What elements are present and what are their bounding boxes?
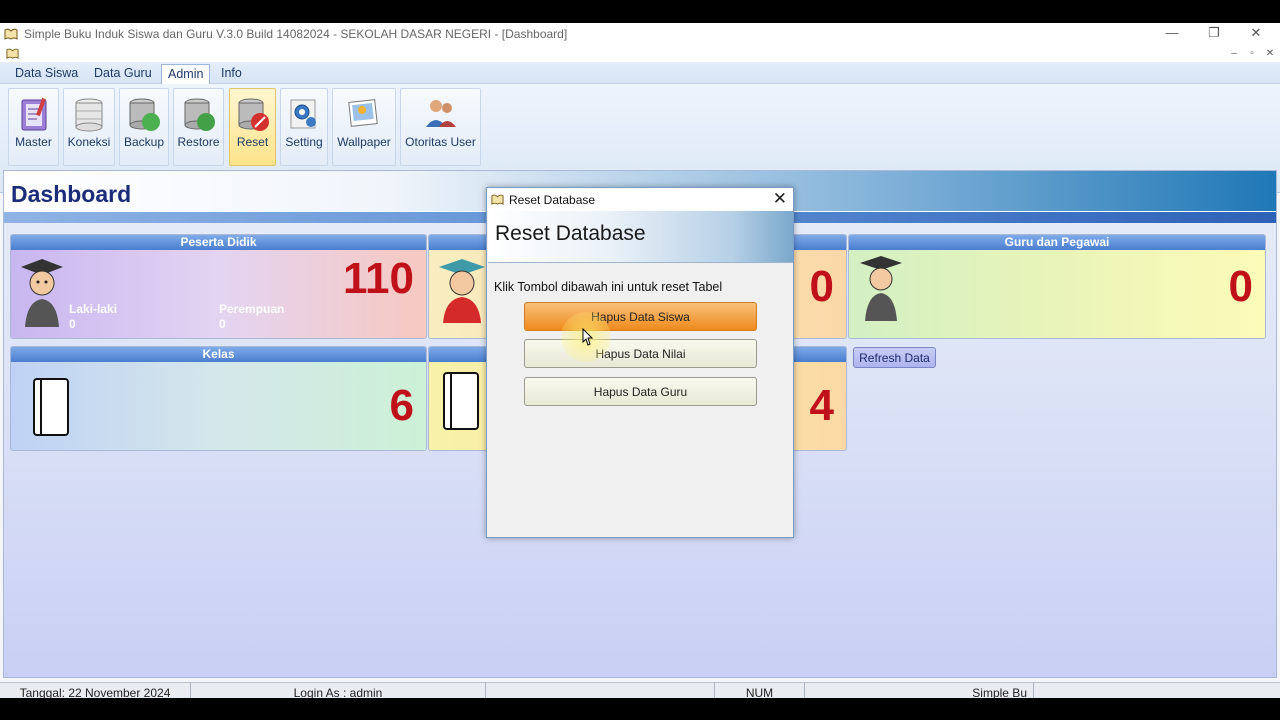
tab-admin[interactable]: Admin [161, 64, 211, 84]
koneksi-button[interactable]: Koneksi [63, 88, 115, 166]
refresh-data-button[interactable]: Refresh Data [853, 347, 936, 368]
laki-laki-label: Laki-laki [69, 302, 118, 316]
book-icon [443, 372, 479, 430]
tab-data-guru[interactable]: Data Guru [88, 64, 158, 84]
window-title: Simple Buku Induk Siswa dan Guru V.3.0 B… [24, 27, 568, 41]
kelas-value: 6 [389, 381, 414, 430]
perempuan-label: Perempuan [219, 302, 285, 316]
peserta-didik-title: Peserta Didik [11, 235, 426, 250]
backup-button[interactable]: Backup [119, 88, 169, 166]
book-icon [33, 378, 69, 436]
wallpaper-label: Wallpaper [337, 135, 391, 149]
peserta-didik-value: 110 [343, 254, 414, 303]
reset-label: Reset [236, 135, 269, 149]
restore-button[interactable]: ❐ [1194, 23, 1234, 45]
kelas-title: Kelas [11, 347, 426, 362]
wallpaper-icon [348, 99, 378, 127]
app-window: Simple Buku Induk Siswa dan Guru V.3.0 B… [0, 23, 1280, 698]
reset-button[interactable]: Reset [229, 88, 276, 166]
close-button[interactable]: ✕ [1236, 23, 1276, 45]
mdi-restore-button[interactable]: ▫ [1244, 46, 1260, 61]
middle-bottom-value: 4 [809, 381, 834, 430]
status-num: NUM [714, 683, 804, 698]
page-title: Dashboard [11, 181, 132, 207]
master-button[interactable]: Master [8, 88, 59, 166]
setting-label: Setting [285, 135, 323, 149]
dialog-title-bar: Reset Database ✕ [487, 188, 793, 211]
database-icon [75, 98, 103, 132]
database-restore-icon [184, 98, 215, 131]
guru-pegawai-value: 0 [1228, 262, 1253, 311]
hapus-data-siswa-button[interactable]: Hapus Data Siswa [524, 302, 757, 331]
dialog-book-icon [491, 194, 504, 206]
wallpaper-button[interactable]: Wallpaper [332, 88, 396, 166]
guru-pegawai-title: Guru dan Pegawai [849, 235, 1265, 250]
restore-label: Restore [177, 135, 220, 149]
mdi-close-button[interactable]: ✕ [1262, 46, 1278, 61]
hapus-data-guru-button[interactable]: Hapus Data Guru [524, 377, 757, 406]
status-bar: Tanggal: 22 November 2024 Login As : adm… [0, 682, 1280, 698]
backup-label: Backup [123, 135, 165, 149]
dialog-message: Klik Tombol dibawah ini untuk reset Tabe… [494, 280, 723, 294]
tab-info[interactable]: Info [215, 64, 248, 84]
status-app: Simple Bu [804, 683, 1033, 698]
notebook-icon [21, 97, 46, 131]
database-backup-icon [129, 98, 160, 131]
middle-top-value: 0 [809, 262, 834, 311]
dialog-banner: Reset Database [488, 211, 793, 263]
peserta-didik-card: Peserta Didik 110 Laki-laki 0 Perempuan … [10, 234, 427, 339]
mdi-minimize-button[interactable]: – [1226, 46, 1242, 61]
status-date: Tanggal: 22 November 2024 [19, 686, 171, 698]
mdi-book-icon [6, 48, 19, 60]
otoritas-user-button[interactable]: Otoritas User [400, 88, 481, 166]
database-reset-icon [238, 98, 269, 131]
restore-db-button[interactable]: Restore [173, 88, 224, 166]
minimize-button[interactable]: — [1152, 23, 1192, 45]
dialog-close-button[interactable]: ✕ [773, 189, 787, 209]
koneksi-label: Koneksi [67, 135, 111, 149]
mdi-control-row: – ▫ ✕ [0, 45, 1280, 62]
guru-pegawai-card: Guru dan Pegawai 0 [848, 234, 1266, 339]
gear-icon [290, 99, 316, 129]
teacher-icon [439, 259, 485, 323]
otoritas-user-label: Otoritas User [405, 135, 476, 149]
menu-bar: Data Siswa Data Guru Admin Info [0, 62, 1280, 84]
title-bar: Simple Buku Induk Siswa dan Guru V.3.0 B… [0, 23, 1280, 45]
tab-data-siswa[interactable]: Data Siswa [9, 64, 84, 84]
student-icon [21, 259, 63, 327]
kelas-card: Kelas 6 [10, 346, 427, 451]
status-empty [485, 683, 714, 698]
master-label: Master [15, 135, 52, 149]
status-extra [1033, 683, 1259, 698]
dialog-banner-title: Reset Database [495, 222, 646, 245]
reset-database-dialog: Reset Database ✕ Reset Database Klik Tom… [486, 187, 794, 538]
perempuan-value: 0 [219, 317, 226, 331]
status-login: Login As : admin [190, 683, 485, 698]
setting-button[interactable]: Setting [280, 88, 328, 166]
users-icon [425, 100, 456, 127]
hapus-data-nilai-button[interactable]: Hapus Data Nilai [524, 339, 757, 368]
mouse-pointer-icon [582, 328, 594, 346]
app-book-icon [4, 28, 18, 40]
teacher-graduate-icon [860, 256, 902, 321]
laki-laki-value: 0 [69, 317, 76, 331]
dialog-title: Reset Database [509, 193, 596, 207]
